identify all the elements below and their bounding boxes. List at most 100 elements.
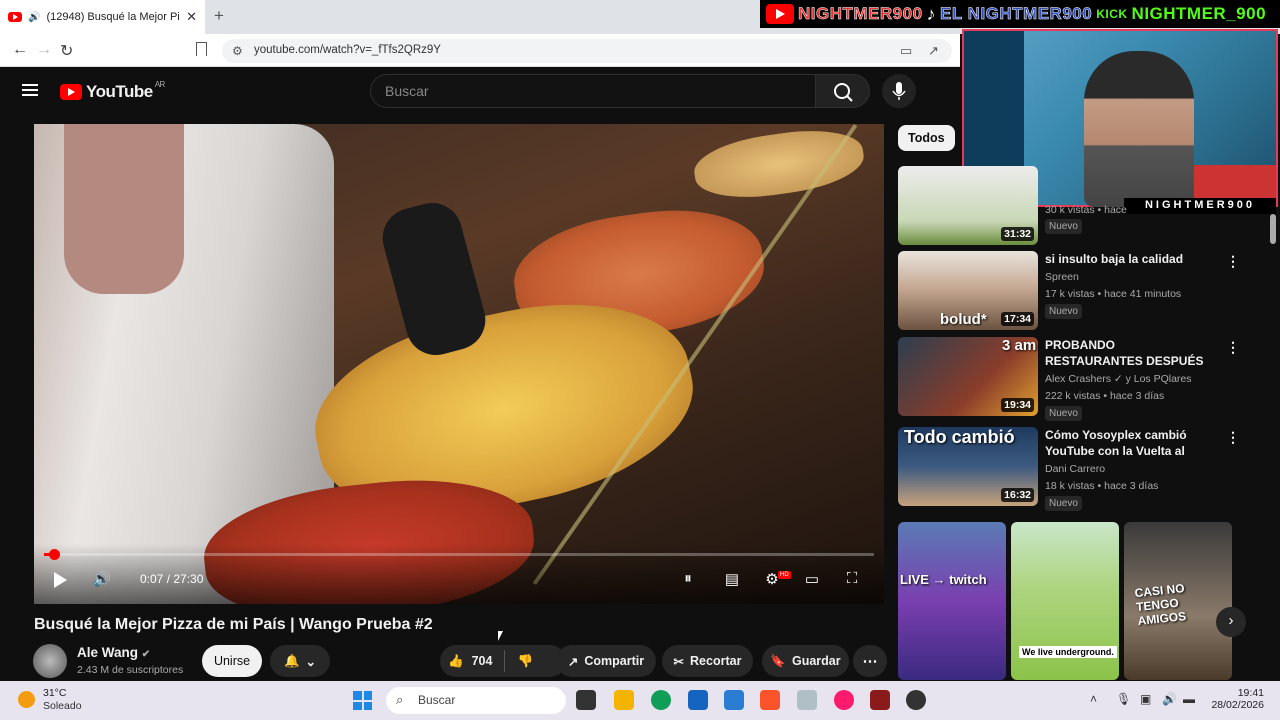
reload-icon[interactable]: ↻ [60,41,73,61]
more-actions-button[interactable]: ⋯ [853,645,887,677]
scrubber-handle[interactable] [49,549,60,560]
shelf-next-button[interactable]: › [1216,607,1246,637]
windows-start-icon[interactable] [353,691,372,710]
video-meta: 222 k vistas • hace 3 días [1045,390,1165,402]
progress-bar[interactable] [44,549,874,560]
speaker-icon[interactable]: 🔊 [28,12,40,23]
app-icon[interactable] [870,690,890,710]
fullscreen-icon[interactable]: ⛶ [842,570,862,588]
youtube-logo-icon [766,4,794,24]
tray-microphone-icon[interactable]: 🎙 [1116,692,1131,706]
search-button[interactable] [815,74,870,108]
shorts-shelf: LIVE → twitch We live underground. CASI … [898,522,1236,680]
video-player[interactable]: 🔊 0:07 / 27:30 ⏸ ▤ ⚙ HD ▭ ⛶ [34,124,884,604]
scrollbar-thumb[interactable] [1270,214,1276,244]
volume-icon[interactable]: 🔊 [92,570,112,588]
video-title[interactable]: PROBANDO RESTAURANTES DESPUÉS DE LA MEDI… [1045,337,1215,369]
new-tab-button[interactable]: + [214,6,224,26]
subtitles-icon[interactable]: ▤ [722,570,742,588]
share-button[interactable]: ↗ Compartir [556,645,656,677]
save-label: Guardar [791,654,841,668]
back-icon[interactable]: ← [12,41,28,59]
app-icon[interactable] [797,690,817,710]
video-thumbnail[interactable]: 31:32 [898,166,1038,245]
taskbar: 31°C Soleado ⌕ Buscar ˄ 🎙 ▣ 🔊 ▬ 19:41 28… [0,681,1280,720]
site-settings-icon[interactable]: ⚙ [232,44,243,58]
bookmark-save-icon: 🔖 [770,653,786,668]
taskbar-clock[interactable]: 19:41 28/02/2026 [1210,687,1264,711]
thumbnail-text: Todo cambió [904,427,1015,447]
store-icon[interactable] [688,690,708,710]
channel-name[interactable]: Dani Carrero [1045,463,1105,475]
browser-tab[interactable]: 🔊 (12948) Busqué la Mejor Pizza ✕ [0,0,205,34]
clip-button[interactable]: ✂ Recortar [662,645,753,677]
theater-mode-icon[interactable]: ▭ [802,570,822,588]
video-thumbnail[interactable]: Todo cambió 16:32 [898,427,1038,506]
tray-chevron-up-icon[interactable]: ˄ [1090,692,1097,706]
obs-icon[interactable] [906,690,926,710]
short-text: We live underground. [1019,646,1117,658]
more-options-icon[interactable]: ⋮ [1226,429,1240,446]
cast-icon[interactable]: ▭ [900,43,912,59]
video-title[interactable]: si insulto baja la calidad [1045,251,1215,267]
more-options-icon[interactable]: ⋮ [1226,339,1240,356]
taskbar-search[interactable]: ⌕ Buscar [386,687,566,714]
taskbar-search-label: Buscar [418,693,456,707]
scrollbar[interactable] [1268,214,1278,674]
like-button[interactable]: 👍 704 [448,654,492,669]
tiktok-logo-icon: ♪ [926,3,937,24]
channel-name[interactable]: Ale Wang ✔ [77,645,150,660]
video-thumbnail[interactable]: bolud* 17:34 [898,251,1038,330]
search-input[interactable]: Buscar [370,74,816,108]
tray-battery-icon[interactable]: ▬ [1183,692,1195,706]
app-icon[interactable] [724,690,744,710]
voice-search-button[interactable] [882,74,916,108]
weather-sun-icon[interactable] [18,691,35,708]
channel-name-text: Ale Wang [77,645,139,660]
short-item[interactable]: We live underground. [1011,522,1119,680]
recommendation-item[interactable]: Todo cambió 16:32 Cómo Yosoyplex cambió … [898,427,1240,511]
autoplay-toggle-icon[interactable]: ⏸ [678,570,698,588]
recommendation-item[interactable]: 3 am 19:34 PROBANDO RESTAURANTES DESPUÉS… [898,337,1240,421]
tab-title: (12948) Busqué la Mejor Pizza [46,11,180,23]
file-explorer-icon[interactable] [614,690,634,710]
video-title[interactable]: Cómo Yosoyplex cambió YouTube con la Vue… [1045,427,1215,459]
mouse-cursor [498,631,503,641]
video-thumbnail[interactable]: 3 am 19:34 [898,337,1038,416]
channel-name[interactable]: Spreen [1045,271,1079,283]
join-button[interactable]: Unirse [202,645,262,677]
task-view-icon[interactable] [576,690,596,710]
share-page-icon[interactable]: ↗ [928,43,939,59]
channel-avatar[interactable] [33,644,67,678]
more-options-icon[interactable]: ⋮ [1226,253,1240,270]
opera-icon[interactable] [834,690,854,710]
channel-name[interactable]: Alex Crashers ✓ y Los PQlares [1045,373,1192,385]
video-arm [64,124,184,294]
menu-icon[interactable] [22,84,38,96]
short-text: LIVE → twitch [900,572,987,587]
new-badge: Nuevo [1045,219,1082,234]
forward-icon[interactable]: → [36,41,52,59]
bookmark-icon[interactable] [196,42,207,56]
tray-volume-icon[interactable]: 🔊 [1162,692,1177,706]
tab-close-button[interactable]: ✕ [186,9,197,25]
recommendation-item[interactable]: bolud* 17:34 si insulto baja la calidad … [898,251,1240,331]
bell-icon: 🔔 [283,653,300,668]
notifications-button[interactable]: 🔔 ⌄ [270,645,330,677]
short-text: CASI NO TENGO AMIGOS [1134,581,1187,629]
url-field[interactable]: ⚙ youtube.com/watch?v=_fTfs2QRz9Y [222,39,952,63]
tray-network-icon[interactable]: ▣ [1140,692,1151,706]
dislike-button[interactable]: 👎 [517,654,533,669]
youtube-logo[interactable]: YouTube AR [60,80,165,102]
video-time: 0:07 / 27:30 [140,572,204,586]
short-item[interactable]: LIVE → twitch [898,522,1006,680]
edge-icon[interactable] [651,690,671,710]
recommendation-item[interactable]: 31:32 30 k vistas • hace Nuevo [898,166,1238,246]
play-button[interactable] [54,572,67,588]
chip-all[interactable]: Todos [898,125,955,151]
save-button[interactable]: 🔖 Guardar [762,645,849,677]
taskbar-search-icon: ⌕ [396,692,404,707]
brave-icon[interactable] [760,690,780,710]
thumbnail-text: 3 am [1002,337,1037,354]
short-item[interactable]: CASI NO TENGO AMIGOS [1124,522,1232,680]
